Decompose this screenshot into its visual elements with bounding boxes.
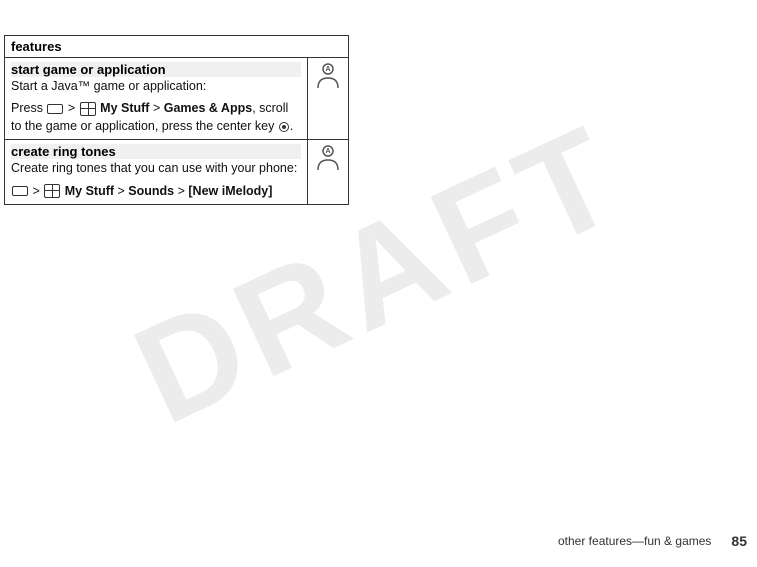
my-stuff-icon bbox=[80, 102, 96, 116]
svg-text:A: A bbox=[325, 66, 330, 73]
table-header-row: features bbox=[5, 36, 349, 58]
section-body-start-game: Start a Java™ game or application: Press… bbox=[11, 77, 301, 135]
person-icon-cell-2: A bbox=[308, 140, 349, 204]
table-header-cell: features bbox=[5, 36, 349, 58]
section-content-cell-2: create ring tones Create ring tones that… bbox=[5, 140, 308, 204]
svg-text:A: A bbox=[325, 148, 330, 155]
footer-label: other features—fun & games bbox=[558, 534, 711, 548]
new-imelody-label: [New iMelody] bbox=[188, 184, 272, 198]
mystuff-label: My Stuff bbox=[100, 101, 149, 115]
table-row: create ring tones Create ring tones that… bbox=[5, 140, 349, 204]
ring-tones-line2: > My Stuff > Sounds > [New iMelody] bbox=[11, 182, 301, 200]
center-key-icon bbox=[279, 122, 289, 132]
games-apps-label: Games & Apps bbox=[164, 101, 252, 115]
page-container: features start game or application Start… bbox=[0, 20, 757, 567]
menu-button-icon-2 bbox=[12, 186, 28, 196]
section-content-cell: start game or application Start a Java™ … bbox=[5, 58, 308, 140]
ring-tones-line1: Create ring tones that you can use with … bbox=[11, 159, 301, 177]
table-row: start game or application Start a Java™ … bbox=[5, 58, 349, 140]
section-header-start-game: start game or application bbox=[11, 62, 301, 77]
section-header-ring-tones: create ring tones bbox=[11, 144, 301, 159]
start-game-line2: Press > My Stuff > Games & Apps, scroll … bbox=[11, 99, 301, 135]
person-icon-cell-1: A bbox=[308, 58, 349, 140]
sounds-label: Sounds bbox=[128, 184, 174, 198]
section-body-ring-tones: Create ring tones that you can use with … bbox=[11, 159, 301, 199]
menu-button-icon bbox=[47, 104, 63, 114]
mystuff-label-2: My Stuff bbox=[65, 184, 114, 198]
start-game-line1: Start a Java™ game or application: bbox=[11, 77, 301, 95]
my-stuff-icon-2 bbox=[44, 184, 60, 198]
features-table: features start game or application Start… bbox=[4, 35, 349, 205]
person-svg-1: A bbox=[314, 62, 342, 90]
person-icon-1: A bbox=[314, 62, 342, 90]
header-label: features bbox=[11, 39, 62, 54]
person-svg-2: A bbox=[314, 144, 342, 172]
person-icon-2: A bbox=[314, 144, 342, 172]
